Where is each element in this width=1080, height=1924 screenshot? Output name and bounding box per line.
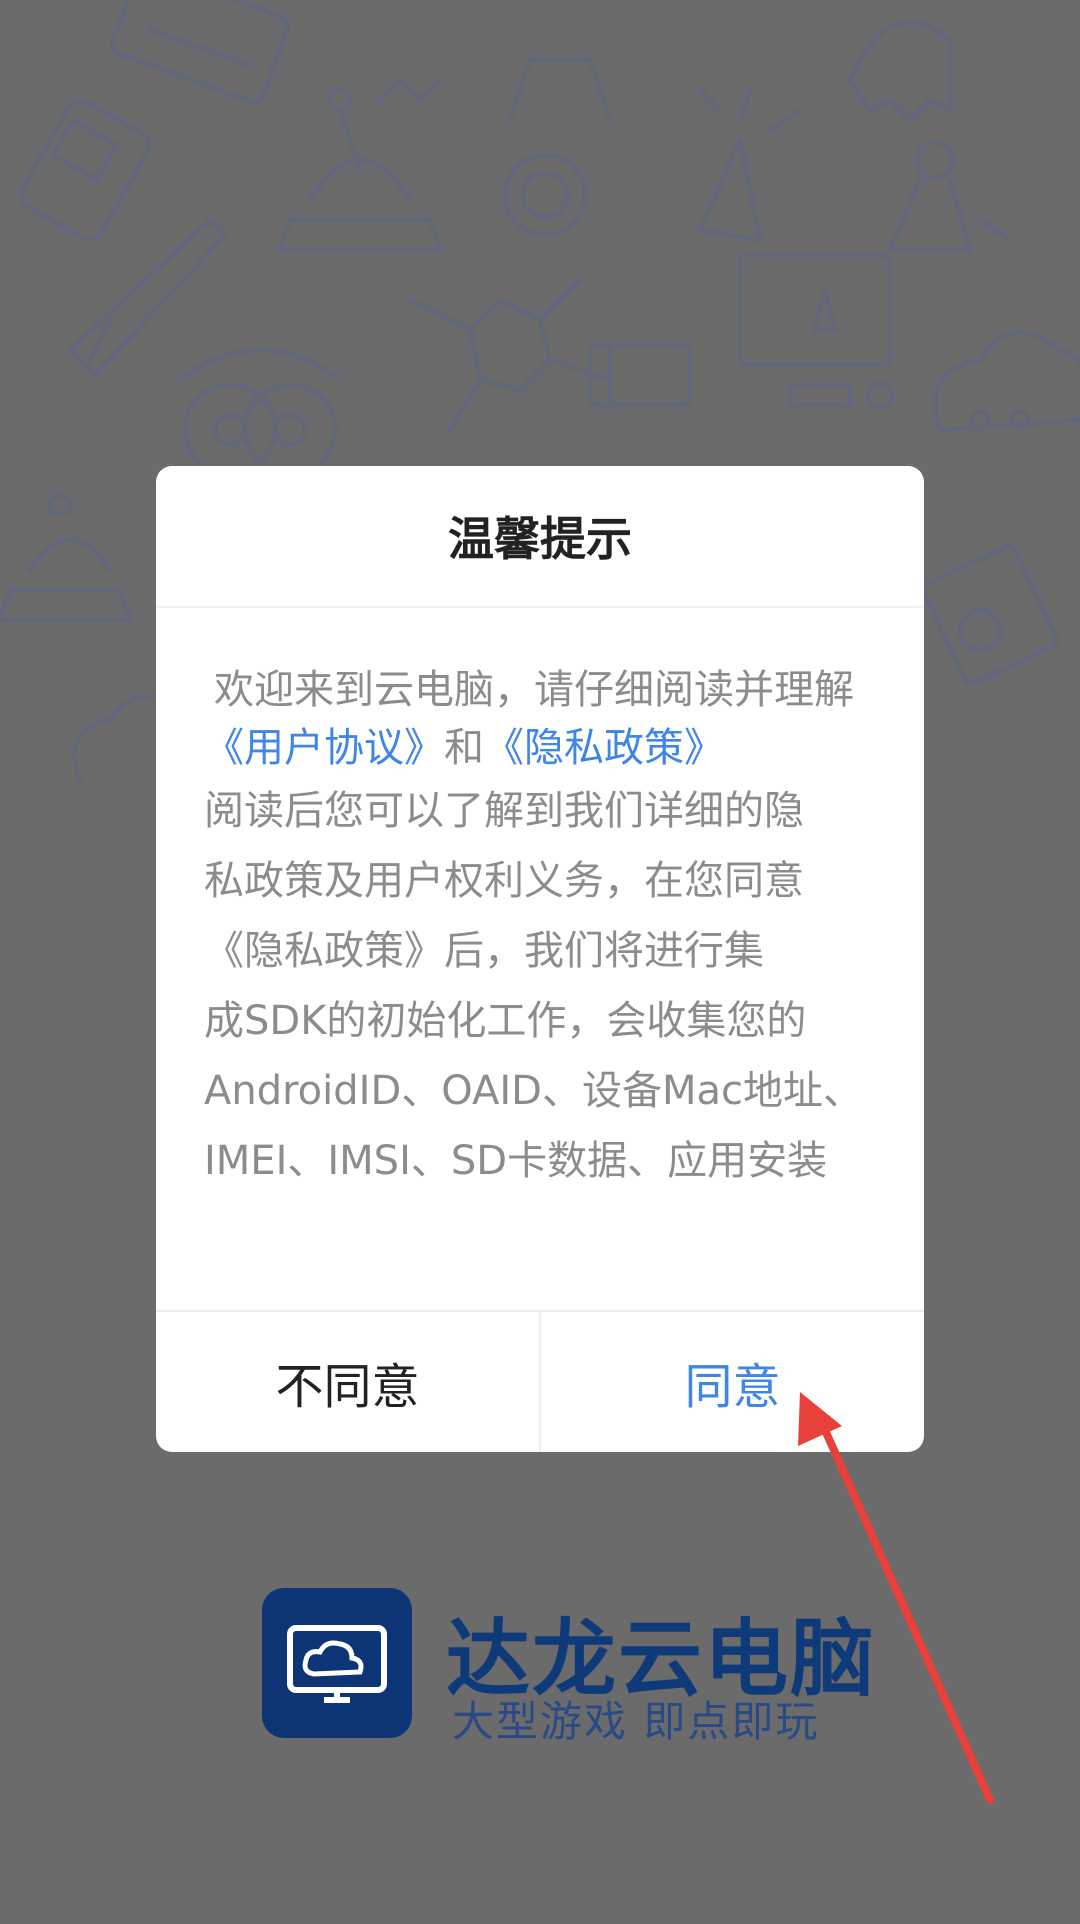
wand-doodle-icon [697,87,803,243]
and-text: 和 [444,725,484,771]
title-divider [156,606,924,608]
cloud-gamepad-doodle-icon [932,329,1080,433]
duck-doodle-icon [177,347,343,478]
medal-doodle-icon [502,57,613,238]
privacy-dialog: 温馨提示 欢迎来到云电脑，请仔细阅读并理解 《用户协议》和《隐私政策》 阅读后您… [156,466,924,1452]
brand-slogan: 大型游戏 即点即玩 [452,1697,820,1746]
privacy-policy-link[interactable]: 《隐私政策》 [484,725,724,771]
cloud-monitor-icon [287,1625,387,1703]
badge-doodle-icon [407,277,613,433]
detail-line: 成SDK的初始化工作，会收集您的 [204,998,807,1044]
detail-line: IMEI、IMSI、SD卡数据、应用安装 [204,1138,828,1184]
detail-line: AndroidID、OAID、设备Mac地址、 [204,1068,864,1114]
ghost-doodle-icon [847,19,953,123]
keyboard-doodle-icon [109,0,291,105]
pawn-doodle-icon [887,139,1013,253]
brand-block: 达龙云电脑 大型游戏 即点即玩 [262,1588,882,1746]
rifle-doodle-icon [67,217,228,378]
intro-text: 欢迎来到云电脑，请仔细阅读并理解 [214,667,854,713]
detail-text: 阅读后您可以了解到我们详细的隐 私政策及用户权利义务，在您同意 《隐私政策》后，… [204,776,884,1196]
phone-doodle-icon [587,342,693,408]
brand-logo [262,1588,412,1738]
detail-line: 私政策及用户权利义务，在您同意 [204,858,804,904]
dialog-title: 温馨提示 [448,512,632,566]
handheld-console-doodle-icon [18,98,152,242]
disagree-button[interactable]: 不同意 [156,1312,539,1452]
joystick-doodle-icon [277,77,443,253]
detail-line: 阅读后您可以了解到我们详细的隐 [204,788,804,834]
detail-line: 《隐私政策》后，我们将进行集 [204,928,764,974]
user-agreement-link[interactable]: 《用户协议》 [204,725,444,771]
joystick-left-doodle-icon [0,492,133,623]
monitor-doodle-icon [737,252,895,410]
agree-button[interactable]: 同意 [541,1312,924,1452]
dialog-body: 欢迎来到云电脑，请仔细阅读并理解 《用户协议》和《隐私政策》 阅读后您可以了解到… [204,660,884,1196]
agreement-links: 《用户协议》和《隐私政策》 [204,720,884,776]
arcade-doodle-icon [921,544,1059,686]
